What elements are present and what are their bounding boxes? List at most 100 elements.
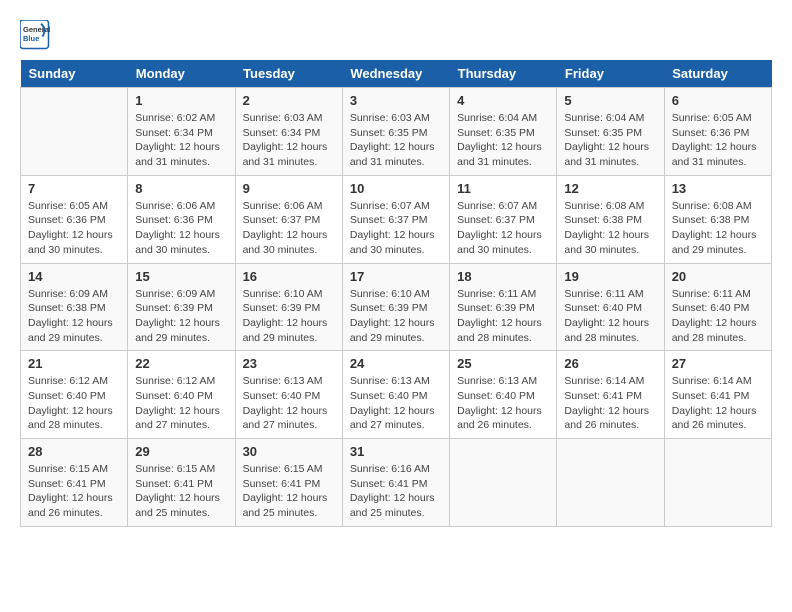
day-info: Sunrise: 6:06 AM Sunset: 6:37 PM Dayligh… [243, 199, 335, 258]
calendar-week-row: 1Sunrise: 6:02 AM Sunset: 6:34 PM Daylig… [21, 88, 772, 176]
calendar-week-row: 14 Sunrise: 6:09 AM Sunset: 6:38 PM Dayli… [21, 263, 772, 351]
day-number: 9 [243, 181, 335, 196]
calendar-cell: 30 Sunrise: 6:15 AM Sunset: 6:41 PM Dayli… [235, 439, 342, 527]
day-info: Sunrise: 6:13 AM Sunset: 6:40 PM Dayligh… [350, 374, 442, 433]
calendar-week-row: 28 Sunrise: 6:15 AM Sunset: 6:41 PM Dayli… [21, 439, 772, 527]
day-info: Sunrise: 6:14 AM Sunset: 6:41 PM Dayligh… [564, 374, 656, 433]
day-info: Sunrise: 6:13 AM Sunset: 6:40 PM Dayligh… [457, 374, 549, 433]
calendar-cell: 11 Sunrise: 6:07 AM Sunset: 6:37 PM Dayli… [450, 175, 557, 263]
day-info: Sunrise: 6:05 AM Sunset: 6:36 PM Dayligh… [28, 199, 120, 258]
calendar-table: SundayMondayTuesdayWednesdayThursdayFrid… [20, 60, 772, 527]
calendar-cell [21, 88, 128, 176]
day-number: 31 [350, 444, 442, 459]
calendar-header-row: SundayMondayTuesdayWednesdayThursdayFrid… [21, 60, 772, 88]
day-number: 15 [135, 269, 227, 284]
calendar-cell: 28 Sunrise: 6:15 AM Sunset: 6:41 PM Dayli… [21, 439, 128, 527]
day-info: Sunrise: 6:12 AM Sunset: 6:40 PM Dayligh… [135, 374, 227, 433]
day-info: Sunrise: 6:07 AM Sunset: 6:37 PM Dayligh… [350, 199, 442, 258]
svg-text:Blue: Blue [23, 34, 39, 43]
day-number: 29 [135, 444, 227, 459]
logo-icon: General Blue [20, 20, 50, 50]
calendar-cell: 31 Sunrise: 6:16 AM Sunset: 6:41 PM Dayli… [342, 439, 449, 527]
calendar-day-header: Sunday [21, 60, 128, 88]
day-info: Sunrise: 6:03 AM Sunset: 6:34 PM Dayligh… [243, 111, 335, 170]
day-info: Sunrise: 6:11 AM Sunset: 6:40 PM Dayligh… [564, 287, 656, 346]
day-info: Sunrise: 6:15 AM Sunset: 6:41 PM Dayligh… [28, 462, 120, 521]
calendar-cell: 29 Sunrise: 6:15 AM Sunset: 6:41 PM Dayli… [128, 439, 235, 527]
logo: General Blue [20, 20, 50, 50]
day-info: Sunrise: 6:07 AM Sunset: 6:37 PM Dayligh… [457, 199, 549, 258]
calendar-cell: 2 Sunrise: 6:03 AM Sunset: 6:34 PM Daylig… [235, 88, 342, 176]
day-number: 10 [350, 181, 442, 196]
day-number: 13 [672, 181, 764, 196]
calendar-cell: 3Sunrise: 6:03 AM Sunset: 6:35 PM Daylig… [342, 88, 449, 176]
day-info: Sunrise: 6:09 AM Sunset: 6:39 PM Dayligh… [135, 287, 227, 346]
calendar-cell: 16Sunrise: 6:10 AM Sunset: 6:39 PM Dayli… [235, 263, 342, 351]
calendar-cell [557, 439, 664, 527]
day-number: 26 [564, 356, 656, 371]
calendar-cell: 7 Sunrise: 6:05 AM Sunset: 6:36 PM Daylig… [21, 175, 128, 263]
calendar-cell: 21 Sunrise: 6:12 AM Sunset: 6:40 PM Dayli… [21, 351, 128, 439]
calendar-cell: 9 Sunrise: 6:06 AM Sunset: 6:37 PM Daylig… [235, 175, 342, 263]
day-number: 19 [564, 269, 656, 284]
day-info: Sunrise: 6:15 AM Sunset: 6:41 PM Dayligh… [135, 462, 227, 521]
day-number: 7 [28, 181, 120, 196]
svg-text:General: General [23, 25, 50, 34]
calendar-day-header: Tuesday [235, 60, 342, 88]
day-info: Sunrise: 6:11 AM Sunset: 6:39 PM Dayligh… [457, 287, 549, 346]
calendar-cell: 1Sunrise: 6:02 AM Sunset: 6:34 PM Daylig… [128, 88, 235, 176]
day-number: 8 [135, 181, 227, 196]
day-number: 12 [564, 181, 656, 196]
day-info: Sunrise: 6:12 AM Sunset: 6:40 PM Dayligh… [28, 374, 120, 433]
day-number: 2 [243, 93, 335, 108]
calendar-week-row: 7 Sunrise: 6:05 AM Sunset: 6:36 PM Daylig… [21, 175, 772, 263]
day-number: 14 [28, 269, 120, 284]
day-number: 11 [457, 181, 549, 196]
day-info: Sunrise: 6:14 AM Sunset: 6:41 PM Dayligh… [672, 374, 764, 433]
day-info: Sunrise: 6:06 AM Sunset: 6:36 PM Dayligh… [135, 199, 227, 258]
day-info: Sunrise: 6:09 AM Sunset: 6:38 PM Dayligh… [28, 287, 120, 346]
day-number: 25 [457, 356, 549, 371]
calendar-cell [664, 439, 771, 527]
calendar-cell: 15 Sunrise: 6:09 AM Sunset: 6:39 PM Dayli… [128, 263, 235, 351]
calendar-cell: 27Sunrise: 6:14 AM Sunset: 6:41 PM Dayli… [664, 351, 771, 439]
day-number: 30 [243, 444, 335, 459]
calendar-cell: 23 Sunrise: 6:13 AM Sunset: 6:40 PM Dayli… [235, 351, 342, 439]
day-info: Sunrise: 6:11 AM Sunset: 6:40 PM Dayligh… [672, 287, 764, 346]
calendar-day-header: Wednesday [342, 60, 449, 88]
calendar-cell: 19 Sunrise: 6:11 AM Sunset: 6:40 PM Dayli… [557, 263, 664, 351]
calendar-cell: 22 Sunrise: 6:12 AM Sunset: 6:40 PM Dayli… [128, 351, 235, 439]
calendar-day-header: Saturday [664, 60, 771, 88]
calendar-day-header: Thursday [450, 60, 557, 88]
day-number: 16 [243, 269, 335, 284]
day-number: 28 [28, 444, 120, 459]
day-number: 21 [28, 356, 120, 371]
day-number: 23 [243, 356, 335, 371]
calendar-cell: 14 Sunrise: 6:09 AM Sunset: 6:38 PM Dayli… [21, 263, 128, 351]
day-number: 20 [672, 269, 764, 284]
day-info: Sunrise: 6:04 AM Sunset: 6:35 PM Dayligh… [564, 111, 656, 170]
day-number: 5 [564, 93, 656, 108]
day-info: Sunrise: 6:08 AM Sunset: 6:38 PM Dayligh… [564, 199, 656, 258]
calendar-cell: 13Sunrise: 6:08 AM Sunset: 6:38 PM Dayli… [664, 175, 771, 263]
calendar-cell: 25 Sunrise: 6:13 AM Sunset: 6:40 PM Dayli… [450, 351, 557, 439]
day-info: Sunrise: 6:04 AM Sunset: 6:35 PM Dayligh… [457, 111, 549, 170]
calendar-cell [450, 439, 557, 527]
day-number: 22 [135, 356, 227, 371]
calendar-cell: 24 Sunrise: 6:13 AM Sunset: 6:40 PM Dayli… [342, 351, 449, 439]
calendar-cell: 26 Sunrise: 6:14 AM Sunset: 6:41 PM Dayli… [557, 351, 664, 439]
day-number: 6 [672, 93, 764, 108]
day-info: Sunrise: 6:13 AM Sunset: 6:40 PM Dayligh… [243, 374, 335, 433]
day-info: Sunrise: 6:03 AM Sunset: 6:35 PM Dayligh… [350, 111, 442, 170]
calendar-cell: 6 Sunrise: 6:05 AM Sunset: 6:36 PM Daylig… [664, 88, 771, 176]
day-number: 24 [350, 356, 442, 371]
day-info: Sunrise: 6:05 AM Sunset: 6:36 PM Dayligh… [672, 111, 764, 170]
day-info: Sunrise: 6:15 AM Sunset: 6:41 PM Dayligh… [243, 462, 335, 521]
day-info: Sunrise: 6:02 AM Sunset: 6:34 PM Dayligh… [135, 111, 227, 170]
calendar-day-header: Friday [557, 60, 664, 88]
calendar-cell: 12 Sunrise: 6:08 AM Sunset: 6:38 PM Dayli… [557, 175, 664, 263]
calendar-cell: 8 Sunrise: 6:06 AM Sunset: 6:36 PM Daylig… [128, 175, 235, 263]
day-info: Sunrise: 6:16 AM Sunset: 6:41 PM Dayligh… [350, 462, 442, 521]
calendar-cell: 10 Sunrise: 6:07 AM Sunset: 6:37 PM Dayli… [342, 175, 449, 263]
page-header: General Blue [20, 20, 772, 50]
